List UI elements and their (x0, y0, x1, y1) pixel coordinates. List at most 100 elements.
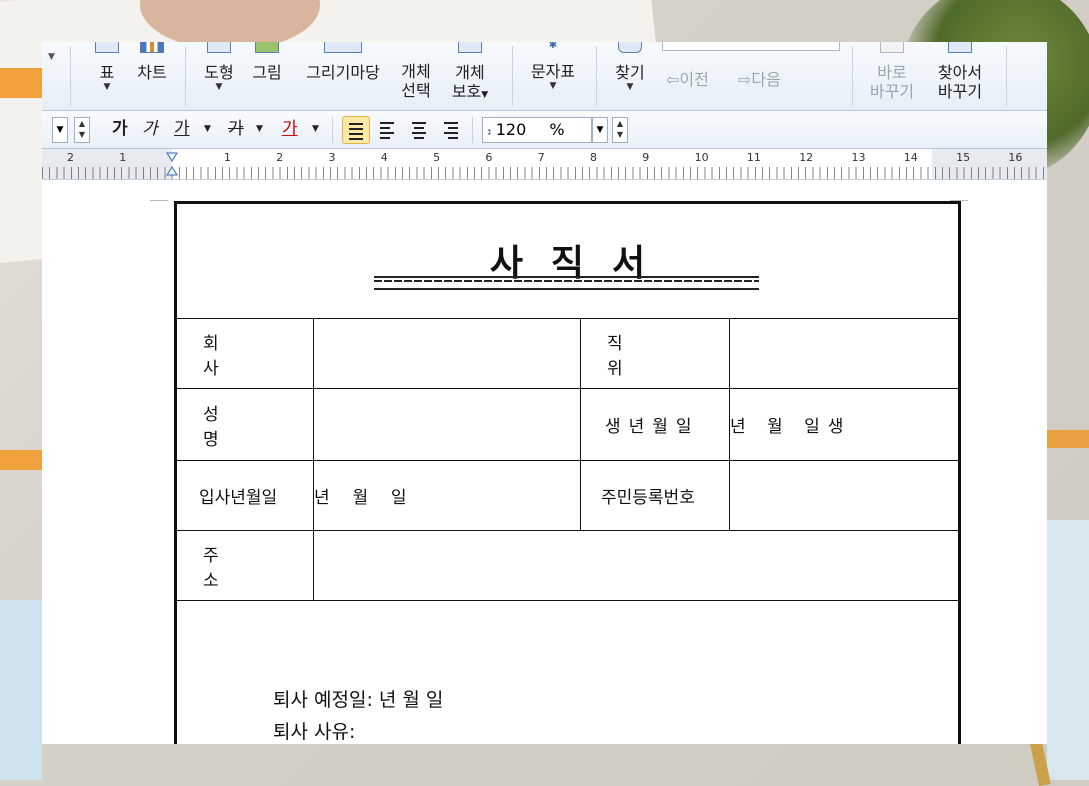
arrow-right-icon: ⇨ (738, 70, 752, 89)
table-button[interactable]: 표 ▼ (92, 42, 122, 110)
ruler-number: 10 (694, 151, 709, 164)
protect-object-button[interactable]: 개체 보호▼ (444, 42, 496, 110)
line-spacing-dropdown[interactable]: ▼ (592, 117, 608, 143)
dropdown-arrow-icon: ▼ (215, 82, 223, 92)
font-color-button[interactable]: 가 (282, 111, 298, 148)
font-size-spinner[interactable]: ▲ ▼ (74, 117, 90, 143)
align-left-button[interactable] (374, 116, 400, 142)
dropdown-arrow-icon: ▼ (549, 81, 557, 91)
underline-button[interactable]: 가 (174, 111, 190, 148)
lock-icon (458, 42, 482, 53)
leave-date-line: 퇴사 예정일: 년 월 일 (273, 689, 444, 711)
line-spacing-spinner[interactable]: ▲ ▼ (612, 117, 628, 143)
position-label-cell[interactable]: 직 위 (580, 318, 730, 389)
align-right-icon (444, 122, 458, 142)
page-corner-mark (150, 200, 168, 201)
drawing-gallery-icon (324, 42, 362, 53)
rrn-label-cell[interactable]: 주민등록번호 (580, 460, 730, 531)
birth-value-cell[interactable]: 년 월 일생 (729, 388, 959, 461)
ruler-number: 9 (642, 151, 650, 164)
table-icon (95, 42, 119, 53)
quick-replace-button[interactable]: 바로 바꾸기 (864, 42, 920, 110)
document-page[interactable]: 사직서 회 사 직 위 성 명 생년월일 년 월 일생 입사년월일 년 월 일 … (42, 180, 1047, 744)
strikethrough-button[interactable]: 가 (228, 111, 244, 148)
horizontal-ruler[interactable]: 211234567891011121314151617 (42, 149, 1047, 180)
chart-button[interactable]: 차트 (132, 42, 172, 110)
picture-icon (255, 42, 279, 53)
company-value-cell[interactable] (313, 318, 581, 389)
ribbon-scroll-icon[interactable]: ▼ (48, 52, 55, 62)
replace-icon (880, 42, 904, 53)
ruler-number: 13 (851, 151, 866, 164)
strikethrough-dropdown-icon[interactable]: ▼ (256, 111, 263, 148)
drawing-gallery-button[interactable]: 그리기마당 (295, 42, 391, 110)
find-input[interactable] (662, 42, 840, 51)
join-date-label-cell[interactable]: 입사년월일 (176, 460, 314, 531)
background-blue-paper (1047, 520, 1089, 780)
dropdown-arrow-icon: ▼ (626, 82, 634, 92)
ruler-number: 6 (485, 151, 493, 164)
align-left-icon (380, 122, 394, 142)
font-size-dropdown[interactable]: ▼ (52, 117, 68, 143)
binoculars-icon (618, 42, 642, 53)
align-justify-icon (349, 123, 363, 143)
bold-button[interactable]: 가 (112, 111, 128, 148)
indent-marker-icon[interactable] (166, 151, 178, 177)
ruler-number: 3 (328, 151, 336, 164)
find-prev-button[interactable]: ⇦이전 (666, 70, 732, 94)
background-orange-tab (0, 68, 42, 98)
name-label-cell[interactable]: 성 명 (176, 388, 314, 461)
find-replace-button[interactable]: 찾아서 바꾸기 (928, 42, 992, 110)
shape-button[interactable]: 도형 ▼ (197, 42, 241, 110)
reason-body-cell[interactable]: 퇴사 예정일: 년 월 일 퇴사 사유: (176, 600, 959, 744)
title-cell[interactable]: 사직서 (176, 203, 959, 319)
address-value-cell[interactable] (313, 530, 959, 601)
birth-label-cell[interactable]: 생년월일 (580, 388, 730, 461)
ruler-number: 7 (537, 151, 545, 164)
line-spacing-field[interactable]: ↕ 120 % (482, 117, 592, 143)
ruler-number: 15 (956, 151, 971, 164)
formatting-toolbar: ▼ ▲ ▼ 가 가 가 ▼ 가 ▼ 가 ▼ ↕ 120 % ▼ ▲ ▼ (42, 111, 1047, 149)
background-orange-tab (1047, 430, 1089, 448)
picture-button[interactable]: 그림 (247, 42, 287, 110)
ruler-number: 1 (223, 151, 231, 164)
ruler-number: 11 (746, 151, 761, 164)
chart-icon (140, 42, 164, 53)
leave-reason-line: 퇴사 사유: (273, 721, 356, 743)
dropdown-arrow-icon: ▼ (103, 82, 111, 92)
font-color-dropdown-icon[interactable]: ▼ (312, 111, 319, 148)
align-right-button[interactable] (438, 116, 464, 142)
toolbar-divider (332, 117, 333, 143)
ruler-number: 12 (799, 151, 814, 164)
ruler-number: 1 (119, 151, 127, 164)
underline-dropdown-icon[interactable]: ▼ (204, 111, 211, 148)
select-object-button[interactable]: 개체 선택 (396, 42, 436, 110)
title-double-underline (374, 276, 759, 290)
ruler-ticks (42, 167, 1047, 179)
ruler-number: 14 (903, 151, 918, 164)
ruler-number: 8 (590, 151, 597, 164)
rrn-value-cell[interactable] (729, 460, 959, 531)
italic-button[interactable]: 가 (142, 111, 158, 148)
align-justify-button[interactable] (342, 116, 370, 144)
find-next-button[interactable]: ⇨다음 (738, 70, 808, 94)
arrow-left-icon: ⇦ (666, 70, 680, 89)
ruler-number: 2 (67, 151, 74, 164)
company-label-cell[interactable]: 회 사 (176, 318, 314, 389)
ribbon-divider (1006, 46, 1007, 106)
ribbon-divider (185, 46, 186, 106)
toolbar-divider (472, 117, 473, 143)
find-button[interactable]: 찾기 ▼ (608, 42, 652, 110)
address-label-cell[interactable]: 주 소 (176, 530, 314, 601)
join-date-value-cell[interactable]: 년 월 일 (313, 460, 581, 531)
align-center-button[interactable] (406, 116, 432, 142)
ruler-number: 5 (433, 151, 441, 164)
ribbon-toolbar: ▼ 표 ▼ 차트 도형 ▼ 그림 그리기마당 개체 선택 개체 보호▼ ✱ 문자… (42, 42, 1047, 111)
name-value-cell[interactable] (313, 388, 581, 461)
line-spacing-icon: ↕ (486, 128, 493, 137)
resignation-form-table: 사직서 회 사 직 위 성 명 생년월일 년 월 일생 입사년월일 년 월 일 … (174, 201, 961, 744)
position-value-cell[interactable] (729, 318, 959, 389)
dropdown-arrow-icon: ▼ (481, 90, 489, 100)
char-table-button[interactable]: ✱ 문자표 ▼ (524, 42, 582, 110)
ribbon-divider (70, 46, 71, 106)
